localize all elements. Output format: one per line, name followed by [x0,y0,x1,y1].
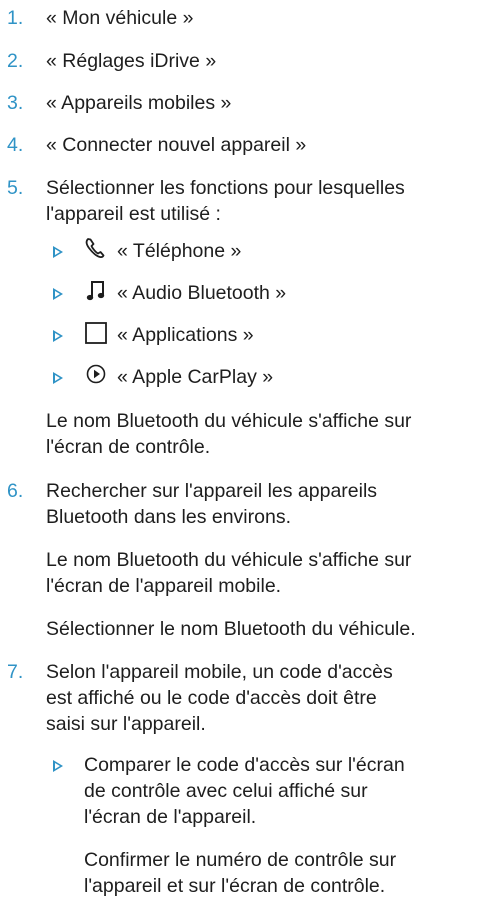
step-number-4: 4. [7,134,24,156]
step-7-sub-line-2: de contrôle avec celui affiché sur [84,780,368,802]
step-7-text-line-3: saisi sur l'appareil. [46,713,206,735]
step-5-text-line-1: Sélectionner les fonctions pour lesquell… [46,177,405,199]
music-note-icon [86,278,106,302]
step-5-text-line-2: l'appareil est utilisé : [46,203,221,225]
bullet-triangle-icon [53,760,63,772]
step-number-6: 6. [7,480,24,502]
step-7-sub-line-1: Comparer le code d'accès sur l'écran [84,754,405,776]
step-7-text-line-1: Selon l'appareil mobile, un code d'accès [46,661,393,683]
step-5-result-line-1: Le nom Bluetooth du véhicule s'affiche s… [46,410,412,432]
step-6-text-line-2: Bluetooth dans les environs. [46,506,291,528]
step-number-1: 1. [7,7,24,29]
step-6-result-line-1: Le nom Bluetooth du véhicule s'affiche s… [46,549,412,571]
apps-square-icon [84,321,108,345]
option-applications-label: « Applications » [117,324,254,346]
bullet-triangle-icon [53,288,63,300]
step-6-result-line-2: l'écran de l'appareil mobile. [46,575,282,597]
bullet-triangle-icon [53,330,63,342]
option-audio-bluetooth-label: « Audio Bluetooth » [117,282,287,304]
step-1-text: « Mon véhicule » [46,7,194,29]
bullet-triangle-icon [53,372,63,384]
option-apple-carplay-label: « Apple CarPlay » [117,366,274,388]
step-number-3: 3. [7,92,24,114]
step-7-text-line-2: est affiché ou le code d'accès doit être [46,687,377,709]
bullet-triangle-icon [53,246,63,258]
step-number-2: 2. [7,50,24,72]
step-4-text: « Connecter nouvel appareil » [46,134,307,156]
step-2-text: « Réglages iDrive » [46,50,217,72]
step-7-confirm-line-2: l'appareil et sur l'écran de contrôle. [84,875,386,897]
step-3-text: « Appareils mobiles » [46,92,232,114]
phone-icon [84,236,106,260]
step-number-5: 5. [7,177,24,199]
step-7-sub-line-3: l'écran de l'appareil. [84,806,257,828]
carplay-icon [85,363,107,385]
step-5-result-line-2: l'écran de contrôle. [46,436,211,458]
step-6-action: Sélectionner le nom Bluetooth du véhicul… [46,618,416,640]
instruction-page: 1. « Mon véhicule » 2. « Réglages iDrive… [0,0,486,897]
step-6-text-line-1: Rechercher sur l'appareil les appareils [46,480,378,502]
step-number-7: 7. [7,661,24,683]
option-telephone-label: « Téléphone » [117,240,242,262]
